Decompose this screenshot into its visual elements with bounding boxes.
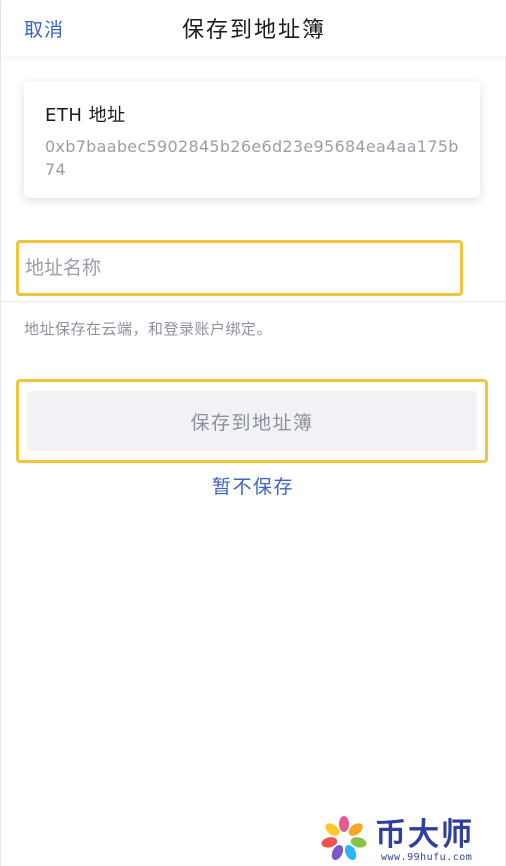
watermark-brand: 币大师 (375, 817, 474, 853)
address-value: 0xb7baabec5902845b26e6d23e95684ea4aa175b… (45, 137, 459, 179)
address-name-input[interactable] (16, 240, 463, 296)
flower-logo-icon (321, 816, 367, 860)
not-save-link[interactable]: 暂不保存 (1, 472, 505, 499)
address-card: ETH 地址 0xb7baabec5902845b26e6d23e95684ea… (24, 81, 480, 198)
address-name-row (1, 240, 506, 302)
nav-header: 取消 保存到地址簿 (1, 0, 506, 56)
page-title: 保存到地址簿 (181, 18, 326, 43)
save-to-address-book-page: 取消 保存到地址簿 ETH 地址 0xb7baabec5902845b26e6d… (0, 0, 506, 866)
save-to-address-book-button[interactable]: 保存到地址簿 (27, 391, 477, 451)
cloud-sync-hint: 地址保存在云端，和登录账户绑定。 (24, 320, 273, 338)
save-button-highlight: 保存到地址簿 (16, 379, 488, 463)
watermark: 币大师 www.99hufu.com (319, 816, 489, 863)
watermark-url: www.99hufu.com (381, 852, 473, 863)
address-type-label: ETH 地址 (45, 105, 126, 126)
